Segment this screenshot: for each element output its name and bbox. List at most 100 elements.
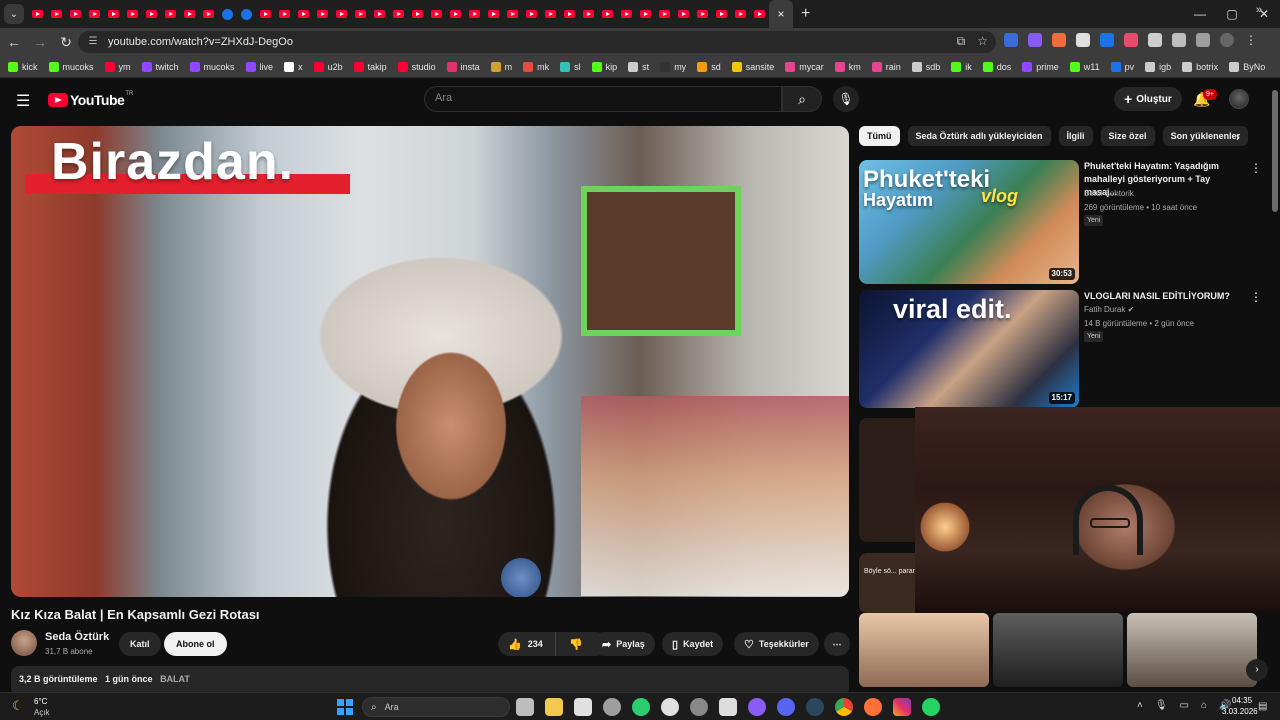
browser-tab[interactable] <box>522 0 541 28</box>
bookmark-item[interactable]: prime <box>1022 61 1059 72</box>
browser-tab[interactable] <box>427 0 446 28</box>
browser-tab[interactable] <box>389 0 408 28</box>
browser-tab[interactable] <box>408 0 427 28</box>
clock-date[interactable]: 3.03.2026 <box>1222 707 1258 716</box>
browser-tab[interactable] <box>617 0 636 28</box>
app-icon[interactable] <box>748 698 766 716</box>
browser-tab[interactable] <box>294 0 313 28</box>
steam-icon[interactable] <box>806 698 824 716</box>
bookmark-item[interactable]: km <box>834 61 861 72</box>
search-button[interactable]: ⌕ <box>782 86 822 112</box>
discord-icon[interactable] <box>777 698 795 716</box>
avatar[interactable] <box>1229 89 1249 109</box>
extension-icon[interactable] <box>1148 33 1162 47</box>
bookmark-item[interactable]: ByNo <box>1229 61 1265 72</box>
browser-tab[interactable] <box>161 0 180 28</box>
app-icon[interactable] <box>690 698 708 716</box>
more-actions-button[interactable]: ⋯ <box>824 632 850 656</box>
bookmark-item[interactable]: sansite <box>731 61 774 72</box>
thanks-button[interactable]: ♡ Teşekkürler <box>734 632 819 656</box>
close-window-button[interactable]: ✕ <box>1248 0 1280 28</box>
video-player[interactable]: Birazdan. <box>11 126 849 597</box>
create-button[interactable]: + Oluştur <box>1114 87 1182 111</box>
task-view-icon[interactable] <box>516 698 534 716</box>
dislike-button[interactable]: 👎 <box>561 638 591 651</box>
back-button[interactable]: ← <box>2 34 26 50</box>
browser-tab[interactable] <box>275 0 294 28</box>
profile-icon[interactable] <box>1220 33 1234 47</box>
extension-icon[interactable] <box>1028 33 1042 47</box>
chip-from-uploader[interactable]: Seda Öztürk adlı yükleyiciden <box>907 126 1051 146</box>
bookmark-item[interactable]: mycar <box>785 61 824 72</box>
url-text[interactable]: youtube.com/watch?v=ZHXdJ-DegOo <box>108 36 293 48</box>
puzzle-icon[interactable] <box>1172 33 1186 47</box>
tab-list-icon[interactable] <box>1196 33 1210 47</box>
subscribe-button[interactable]: Abone ol <box>164 632 227 656</box>
bookmark-item[interactable]: takip <box>353 61 387 72</box>
chip-related[interactable]: İlgili <box>1058 126 1093 146</box>
address-bar[interactable]: ☰ youtube.com/watch?v=ZHXdJ-DegOo ⧉ ☆ <box>78 31 996 53</box>
moon-icon[interactable]: ☾ <box>12 698 24 714</box>
browser-tab[interactable] <box>123 0 142 28</box>
settings-icon[interactable] <box>603 698 621 716</box>
browser-tab[interactable] <box>579 0 598 28</box>
browser-tab[interactable] <box>66 0 85 28</box>
recommendation-channel[interactable]: Fatih Durak ✔ <box>1084 305 1134 314</box>
bookmark-item[interactable]: pv <box>1110 61 1134 72</box>
recommendation-thumbnail[interactable] <box>859 418 915 542</box>
chip-all[interactable]: Tümü <box>859 126 900 146</box>
clock-time[interactable]: 04:35 <box>1232 696 1252 705</box>
browser-tab[interactable] <box>199 0 218 28</box>
browser-tab[interactable] <box>313 0 332 28</box>
browser-tab[interactable] <box>712 0 731 28</box>
bookmark-item[interactable]: m <box>490 61 512 72</box>
voice-search-button[interactable]: 🎙 <box>833 86 859 112</box>
chevron-up-icon[interactable]: ˄ <box>1137 700 1143 711</box>
browser-tab[interactable] <box>636 0 655 28</box>
bookmark-item[interactable]: my <box>660 61 686 72</box>
more-vertical-icon[interactable]: ⋮ <box>1250 161 1262 175</box>
chrome-icon[interactable] <box>835 698 853 716</box>
bookmarks-overflow-button[interactable]: » <box>1256 4 1262 16</box>
browser-tab[interactable] <box>674 0 693 28</box>
extension-icon[interactable] <box>1124 33 1138 47</box>
bookmark-item[interactable]: kip <box>591 61 617 72</box>
bookmark-star-icon[interactable]: ☆ <box>977 34 988 49</box>
recommendation-thumbnail[interactable]: Phuket'teki Hayatım vlog 30:53 <box>859 160 1079 284</box>
browser-tab[interactable] <box>85 0 104 28</box>
bookmark-item[interactable]: ym <box>104 61 131 72</box>
page-scrollbar[interactable] <box>1272 90 1278 212</box>
bookmark-item[interactable]: rain <box>871 61 901 72</box>
microphone-icon[interactable]: 🎙 <box>1155 700 1168 711</box>
browser-tab[interactable] <box>218 0 237 28</box>
new-tab-button[interactable]: + <box>801 5 810 23</box>
extension-icon[interactable] <box>1052 33 1066 47</box>
menu-kebab-icon[interactable]: ⋮ <box>1244 33 1258 47</box>
bookmark-item[interactable]: dos <box>982 61 1011 72</box>
browser-tab[interactable] <box>503 0 522 28</box>
app-icon[interactable] <box>719 698 737 716</box>
close-tab-icon[interactable]: × <box>777 7 784 21</box>
bookmark-item[interactable]: mucoks <box>48 61 94 72</box>
bookmark-item[interactable]: sd <box>697 61 721 72</box>
bookmark-item[interactable]: kick <box>8 61 38 72</box>
more-vertical-icon[interactable]: ⋮ <box>1250 290 1262 304</box>
bookmark-item[interactable]: ik <box>951 61 972 72</box>
short-thumbnail[interactable] <box>993 613 1123 687</box>
maximize-button[interactable]: ▢ <box>1216 0 1248 28</box>
network-icon[interactable]: ⌂ <box>1201 700 1207 711</box>
browser-tab[interactable] <box>484 0 503 28</box>
browser-tab[interactable] <box>47 0 66 28</box>
channel-avatar[interactable] <box>11 630 37 656</box>
browser-tab[interactable] <box>237 0 256 28</box>
browser-tab[interactable] <box>142 0 161 28</box>
cast-icon[interactable]: ⧉ <box>957 34 966 49</box>
tab-search-icon[interactable]: ⌄ <box>4 4 24 24</box>
forward-button[interactable]: → <box>28 34 52 50</box>
browser-tab[interactable] <box>370 0 389 28</box>
video-tag[interactable]: BALAT <box>160 674 190 684</box>
browser-tab[interactable] <box>541 0 560 28</box>
taskbar-search[interactable]: ⌕ Ara <box>362 697 510 717</box>
chevron-right-icon[interactable]: › <box>1236 130 1240 144</box>
recommendation-thumbnail[interactable]: viral edit. 15:17 <box>859 290 1079 408</box>
